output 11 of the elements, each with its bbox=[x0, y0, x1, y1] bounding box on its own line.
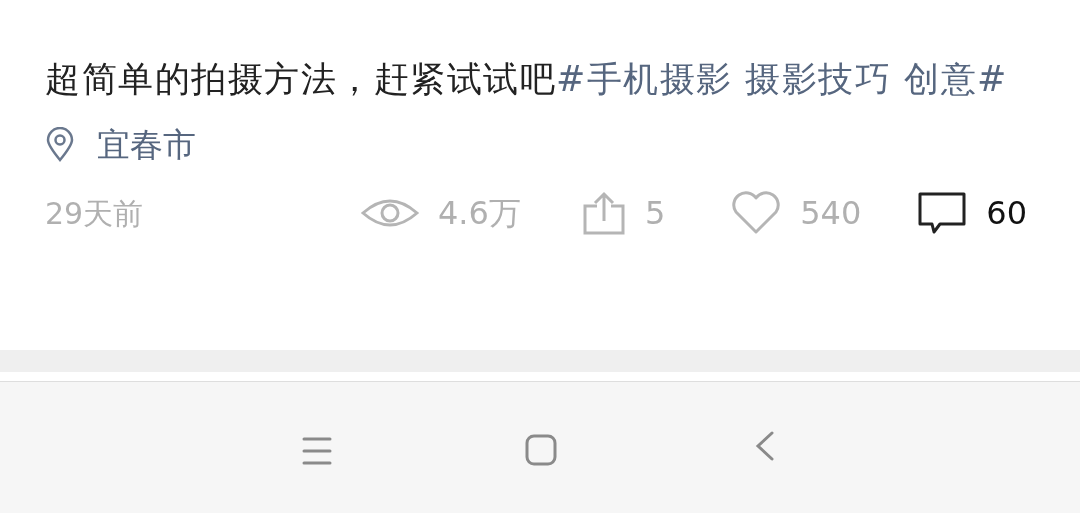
post-caption: 超简单的拍摄方法，赶紧试试吧#手机摄影 摄影技巧 创意# bbox=[45, 58, 1009, 101]
comment-icon[interactable] bbox=[916, 190, 969, 236]
post-time: 29天前 bbox=[45, 194, 145, 233]
view-count: 4.6万 bbox=[438, 193, 521, 234]
share-count: 5 bbox=[644, 193, 666, 234]
location-link[interactable]: 宜春市 bbox=[97, 120, 196, 170]
like-count: 540 bbox=[800, 193, 862, 234]
comment-count: 60 bbox=[986, 193, 1028, 234]
location-pin-icon bbox=[45, 127, 75, 163]
square-icon[interactable] bbox=[524, 432, 558, 467]
heart-icon[interactable] bbox=[730, 190, 783, 236]
